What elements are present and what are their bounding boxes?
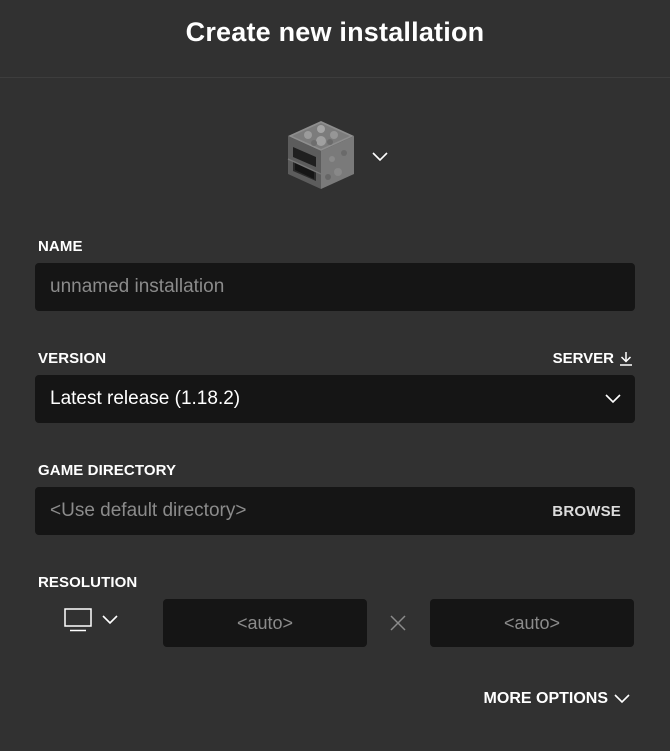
monitor-icon: [64, 608, 92, 632]
resolution-width-input[interactable]: <auto>: [163, 599, 367, 647]
version-selected-value: Latest release (1.18.2): [50, 388, 241, 409]
version-label: VERSION: [38, 350, 107, 367]
installation-icon-picker[interactable]: [286, 117, 388, 191]
resolution-preset-dropdown[interactable]: [64, 608, 118, 632]
chevron-down-icon: [605, 394, 621, 404]
resolution-width-placeholder: <auto>: [236, 612, 294, 633]
times-icon: [390, 615, 406, 631]
chevron-down-icon: [372, 152, 388, 162]
chevron-down-icon: [614, 694, 630, 704]
name-input[interactable]: unnamed installation: [35, 263, 635, 311]
server-link-label: SERVER: [552, 350, 614, 367]
resolution-label: RESOLUTION: [38, 574, 138, 591]
furnace-icon: [287, 121, 354, 189]
game-directory-placeholder: <Use default directory>: [50, 500, 247, 521]
dialog-title: Create new installation: [185, 17, 485, 47]
more-options-label: MORE OPTIONS: [483, 690, 608, 707]
more-options-toggle[interactable]: MORE OPTIONS: [484, 690, 630, 708]
browse-button[interactable]: BROWSE: [552, 503, 621, 520]
dialog-header: Create new installation: [0, 0, 670, 78]
create-installation-dialog: Create new installation NAME unnamed ins…: [0, 0, 670, 751]
resolution-height-placeholder: <auto>: [503, 612, 561, 633]
server-download-link[interactable]: SERVER: [553, 350, 633, 367]
game-directory-label: GAME DIRECTORY: [38, 462, 177, 479]
download-icon: [620, 352, 632, 366]
game-directory-input[interactable]: <Use default directory> BROWSE: [35, 487, 635, 535]
name-input-placeholder: unnamed installation: [50, 276, 225, 297]
chevron-down-icon: [102, 615, 118, 625]
name-label: NAME: [38, 238, 83, 255]
resolution-height-input[interactable]: <auto>: [430, 599, 634, 647]
version-select[interactable]: Latest release (1.18.2): [35, 375, 635, 423]
